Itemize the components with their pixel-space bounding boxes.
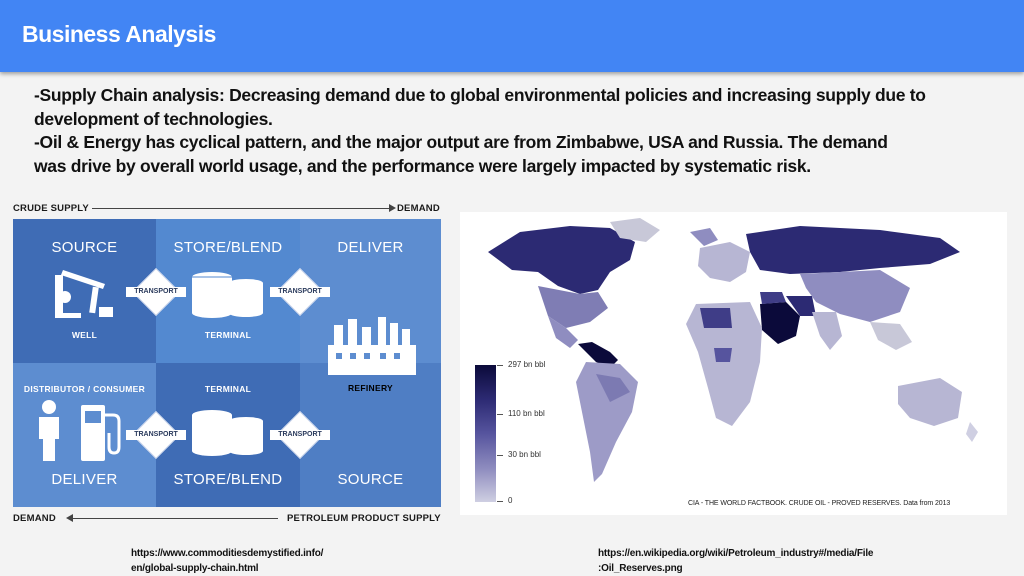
legend-tick-low: [497, 455, 503, 456]
store-blend-title: STORE/BLEND: [173, 239, 283, 256]
source-right-line-2[interactable]: :Oil_Reserves.png: [598, 561, 873, 576]
deliver-bottom-title: DELIVER: [51, 471, 118, 488]
supply-chain-diagram: SOURCE WELL STORE/BLEND TERMINAL DELIVER…: [13, 219, 441, 507]
transport-diamond-1: TRANSPORT: [126, 267, 186, 317]
transport-diamond-4: TRANSPORT: [270, 410, 330, 460]
source-left-line-2[interactable]: en/global-supply-chain.html: [131, 561, 323, 576]
transport-label-3: TRANSPORT: [126, 430, 186, 440]
title-bar: Business Analysis: [0, 0, 1024, 72]
storage-tanks-icon: [192, 272, 263, 318]
body-line-4: was drive by overall world usage, and th…: [34, 155, 811, 176]
body-line-1: -Supply Chain analysis: Decreasing deman…: [34, 85, 926, 105]
transport-label-2: TRANSPORT: [270, 287, 330, 297]
legend-zero-label: 0: [508, 496, 513, 505]
store-blend-bottom-title: STORE/BLEND: [173, 471, 283, 488]
legend-tick-mid: [497, 414, 503, 415]
source-bottom-title: SOURCE: [337, 471, 404, 488]
petroleum-supply-label: PETROLEUM PRODUCT SUPPLY: [287, 513, 441, 524]
distributor-label: DISTRIBUTOR / CONSUMER: [23, 384, 146, 394]
body-text: -Supply Chain analysis: Decreasing deman…: [34, 84, 1004, 178]
top-flow-arrow-head: [389, 204, 396, 212]
legend-low-label: 30 bn bbl: [508, 450, 541, 459]
source-link-left[interactable]: https://www.commoditiesdemystified.info/…: [131, 546, 323, 576]
source-link-right[interactable]: https://en.wikipedia.org/wiki/Petroleum_…: [598, 546, 873, 576]
terminal-bottom-label: TERMINAL: [204, 384, 252, 394]
reserves-legend-bar: [475, 365, 496, 502]
body-line-3: -Oil & Energy has cyclical pattern, and …: [34, 132, 888, 152]
source-title: SOURCE: [51, 239, 118, 256]
well-label: WELL: [71, 330, 98, 340]
crude-supply-label: CRUDE SUPPLY: [13, 203, 89, 214]
deliver-top-title: DELIVER: [337, 239, 404, 256]
slide-title: Business Analysis: [22, 21, 216, 47]
legend-tick-max: [497, 365, 503, 366]
body-line-2: development of technologies.: [34, 108, 273, 129]
legend-max-label: 297 bn bbl: [508, 360, 546, 369]
demand-bottom-label: DEMAND: [13, 513, 56, 524]
map-credit-text: CIA - THE WORLD FACTBOOK. CRUDE OIL - PR…: [688, 500, 951, 507]
bottom-flow-arrow-line: [72, 518, 278, 519]
transport-label-1: TRANSPORT: [126, 287, 186, 297]
refinery-label: REFINERY: [347, 383, 394, 393]
transport-diamond-3: TRANSPORT: [126, 410, 186, 460]
consumer-fuel-pump-icon: [39, 400, 121, 461]
legend-mid-label: 110 bn bbl: [508, 409, 545, 418]
storage-tanks-bottom-icon: [192, 410, 263, 456]
transport-label-4: TRANSPORT: [270, 430, 330, 440]
oil-pump-icon: [55, 270, 113, 318]
demand-top-label: DEMAND: [397, 203, 440, 214]
legend-tick-zero: [497, 501, 503, 502]
transport-diamond-2: TRANSPORT: [270, 267, 330, 317]
source-left-line-1[interactable]: https://www.commoditiesdemystified.info/: [131, 546, 323, 561]
terminal-top-label: TERMINAL: [204, 330, 252, 340]
refinery-icon: [328, 317, 416, 375]
top-flow-arrow-line: [92, 208, 389, 209]
source-right-line-1[interactable]: https://en.wikipedia.org/wiki/Petroleum_…: [598, 546, 873, 561]
